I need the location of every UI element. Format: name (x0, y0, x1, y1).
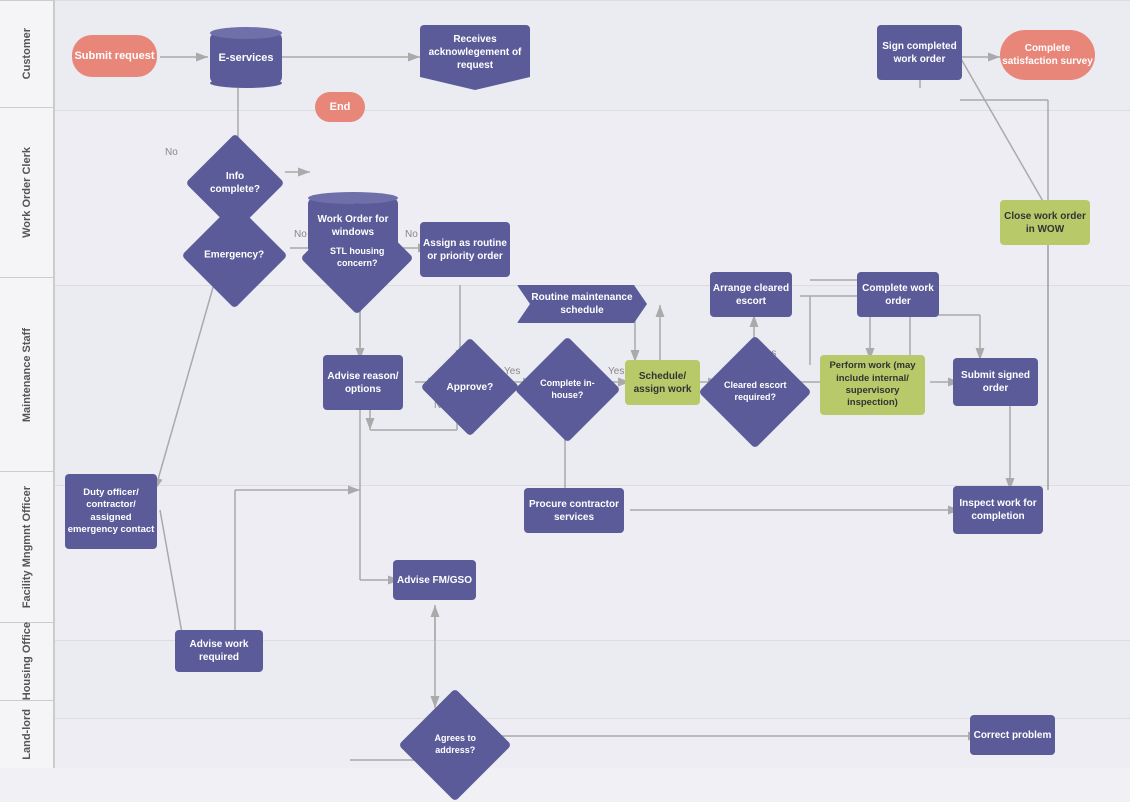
advise-reason-node: Advise reason/ options (323, 355, 403, 410)
assign-routine-node: Assign as routine or priority order (420, 222, 510, 277)
lane-label-maintenance: Maintenance Staff (21, 328, 33, 422)
lane-customer: Customer (0, 0, 55, 107)
lane-label-landlord: Land-lord (21, 709, 33, 760)
advise-fmgso-node: Advise FM/GSO (393, 560, 476, 600)
diagram-container: Customer Work Order Clerk Maintenance St… (0, 0, 1130, 768)
label-yes-inhouse: Yes (608, 366, 624, 377)
lane-label-facility: Facility Mngmnt Officer (21, 486, 33, 608)
e-services-node: E-services (210, 33, 282, 83)
complete-satisfaction-node: Complete satisfaction survey (1000, 30, 1095, 80)
lane-housing: Housing Office (0, 622, 55, 700)
routine-maintenance-node: Routine maintenance schedule (517, 285, 647, 323)
lane-facility: Facility Mngmnt Officer (0, 471, 55, 622)
procure-contractor-node: Procure contractor services (524, 488, 624, 533)
lane-label-housing: Housing Office (21, 622, 33, 700)
receives-ack-node: Receives acknowlegement of request (420, 25, 530, 90)
submit-request-node: Submit request (72, 35, 157, 77)
label-no-emergency: No (294, 229, 307, 240)
close-work-order-node: Close work order in WOW (1000, 200, 1090, 245)
schedule-assign-node: Schedule/ assign work (625, 360, 700, 405)
perform-work-node: Perform work (may include internal/ supe… (820, 355, 925, 415)
sign-completed-node: Sign completed work order (877, 25, 962, 80)
lane-bg-landlord (55, 718, 1130, 768)
advise-work-node: Advise work required (175, 630, 263, 672)
lane-landlord: Land-lord (0, 700, 55, 768)
duty-officer-node: Duty officer/ contractor/ assigned emerg… (65, 474, 157, 549)
lane-label-clerk: Work Order Clerk (21, 147, 33, 238)
lane-clerk: Work Order Clerk (0, 107, 55, 277)
swim-lanes: Customer Work Order Clerk Maintenance St… (0, 0, 55, 768)
complete-work-order-node: Complete work order (857, 272, 939, 317)
correct-problem-node: Correct problem (970, 715, 1055, 755)
label-no-info: No (165, 147, 178, 158)
submit-signed-order-node: Submit signed order (953, 358, 1038, 406)
inspect-work-node: Inspect work for completion (953, 486, 1043, 534)
label-no-stl: No (405, 229, 418, 240)
lane-label-customer: Customer (21, 28, 33, 79)
end-node: End (315, 92, 365, 122)
arrange-escort-node: Arrange cleared escort (710, 272, 792, 317)
lane-maintenance: Maintenance Staff (0, 277, 55, 471)
